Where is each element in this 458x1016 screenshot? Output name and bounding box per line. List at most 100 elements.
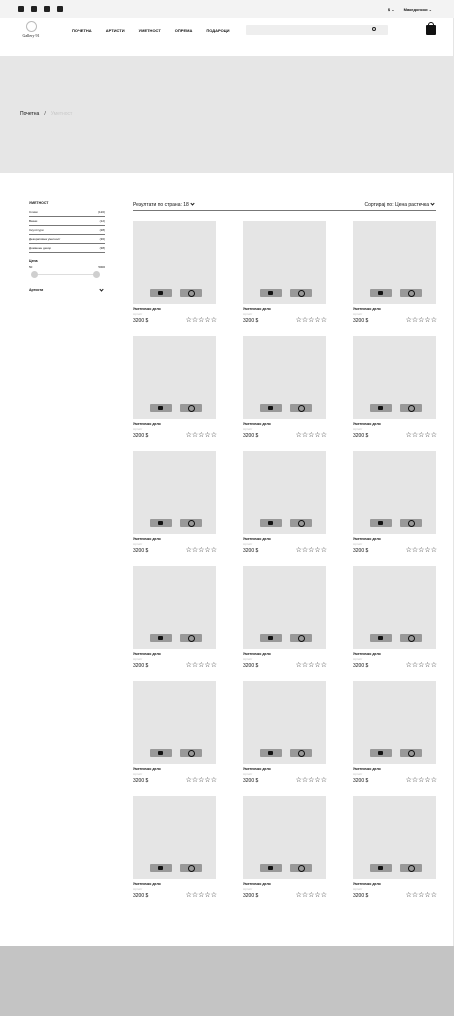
product-title[interactable]: Уметничко дело (353, 882, 437, 886)
product-card[interactable]: Уметничко дело Артист 3200 $ ☆☆☆☆☆ (243, 451, 327, 556)
product-title[interactable]: Уметничко дело (133, 422, 217, 426)
product-title[interactable]: Уметничко дело (133, 767, 217, 771)
product-image[interactable] (243, 566, 326, 649)
add-to-cart-button[interactable] (370, 749, 392, 757)
nav-item-supplies[interactable]: ОПРЕМА (175, 28, 193, 33)
product-image[interactable] (133, 796, 216, 879)
add-to-cart-button[interactable] (150, 634, 172, 642)
product-title[interactable]: Уметничко дело (353, 767, 437, 771)
rating-stars[interactable]: ☆☆☆☆☆ (186, 777, 217, 784)
breadcrumb-home[interactable]: Почетна (20, 111, 39, 117)
quick-view-button[interactable] (180, 519, 202, 527)
quick-view-button[interactable] (290, 289, 312, 297)
product-title[interactable]: Уметничко дело (243, 422, 327, 426)
quick-view-button[interactable] (400, 519, 422, 527)
add-to-cart-button[interactable] (260, 289, 282, 297)
shopping-bag-icon[interactable] (426, 22, 436, 35)
product-title[interactable]: Уметничко дело (133, 882, 217, 886)
rating-stars[interactable]: ☆☆☆☆☆ (186, 892, 217, 899)
add-to-cart-button[interactable] (370, 519, 392, 527)
product-title[interactable]: Уметничко дело (353, 537, 437, 541)
product-image[interactable] (353, 681, 436, 764)
product-card[interactable]: Уметничко дело Артист 3200 $ ☆☆☆☆☆ (353, 796, 437, 901)
sort-select[interactable]: Сортирај по: Цена растечка (365, 201, 436, 210)
currency-select[interactable]: $ ⌄ (388, 7, 395, 12)
product-image[interactable] (353, 796, 436, 879)
rating-stars[interactable]: ☆☆☆☆☆ (296, 547, 327, 554)
product-image[interactable] (243, 336, 326, 419)
product-image[interactable] (133, 451, 216, 534)
product-image[interactable] (353, 336, 436, 419)
quick-view-button[interactable] (400, 749, 422, 757)
quick-view-button[interactable] (290, 864, 312, 872)
product-image[interactable] (243, 681, 326, 764)
quick-view-button[interactable] (180, 864, 202, 872)
twitter-icon[interactable] (44, 6, 50, 12)
rating-stars[interactable]: ☆☆☆☆☆ (186, 662, 217, 669)
product-card[interactable]: Уметничко дело Артист 3200 $ ☆☆☆☆☆ (133, 451, 217, 556)
add-to-cart-button[interactable] (150, 404, 172, 412)
product-image[interactable] (353, 221, 436, 304)
rating-stars[interactable]: ☆☆☆☆☆ (406, 547, 437, 554)
rating-stars[interactable]: ☆☆☆☆☆ (296, 662, 327, 669)
rating-stars[interactable]: ☆☆☆☆☆ (406, 662, 437, 669)
category-item[interactable]: Декоративна уметност (36) (29, 235, 105, 244)
quick-view-button[interactable] (400, 634, 422, 642)
product-card[interactable]: Уметничко дело Артист 3200 $ ☆☆☆☆☆ (133, 796, 217, 901)
product-card[interactable]: Уметничко дело Артист 3200 $ ☆☆☆☆☆ (243, 336, 327, 441)
category-item[interactable]: Слики (120) (29, 208, 105, 217)
product-image[interactable] (353, 566, 436, 649)
search-input[interactable] (246, 25, 388, 35)
product-title[interactable]: Уметничко дело (133, 537, 217, 541)
per-page-select[interactable]: Резултати по страна: 18 (133, 201, 196, 210)
product-image[interactable] (133, 681, 216, 764)
product-card[interactable]: Уметничко дело Артист 3200 $ ☆☆☆☆☆ (243, 681, 327, 786)
rating-stars[interactable]: ☆☆☆☆☆ (406, 777, 437, 784)
instagram-icon[interactable] (18, 6, 24, 12)
rating-stars[interactable]: ☆☆☆☆☆ (406, 432, 437, 439)
rating-stars[interactable]: ☆☆☆☆☆ (406, 317, 437, 324)
product-title[interactable]: Уметничко дело (243, 537, 327, 541)
pinterest-icon[interactable] (57, 6, 63, 12)
category-item[interactable]: Вазни (12) (29, 217, 105, 226)
nav-item-art[interactable]: УМЕТНОСТ (139, 28, 161, 33)
category-item[interactable]: Домашен декор (38) (29, 244, 105, 253)
language-select[interactable]: Македонски ⌄ (404, 7, 432, 12)
quick-view-button[interactable] (180, 634, 202, 642)
product-title[interactable]: Уметничко дело (243, 307, 327, 311)
rating-stars[interactable]: ☆☆☆☆☆ (296, 317, 327, 324)
rating-stars[interactable]: ☆☆☆☆☆ (186, 547, 217, 554)
product-card[interactable]: Уметничко дело Артист 3200 $ ☆☆☆☆☆ (243, 796, 327, 901)
rating-stars[interactable]: ☆☆☆☆☆ (296, 892, 327, 899)
product-title[interactable]: Уметничко дело (243, 767, 327, 771)
rating-stars[interactable]: ☆☆☆☆☆ (296, 777, 327, 784)
product-title[interactable]: Уметничко дело (353, 652, 437, 656)
product-image[interactable] (353, 451, 436, 534)
product-card[interactable]: Уметничко дело Артист 3200 $ ☆☆☆☆☆ (133, 681, 217, 786)
quick-view-button[interactable] (290, 749, 312, 757)
rating-stars[interactable]: ☆☆☆☆☆ (296, 432, 327, 439)
price-slider-max-handle[interactable] (93, 271, 100, 278)
product-image[interactable] (243, 221, 326, 304)
product-title[interactable]: Уметничко дело (243, 652, 327, 656)
quick-view-button[interactable] (400, 404, 422, 412)
add-to-cart-button[interactable] (370, 404, 392, 412)
add-to-cart-button[interactable] (370, 634, 392, 642)
facebook-icon[interactable] (31, 6, 37, 12)
quick-view-button[interactable] (290, 404, 312, 412)
add-to-cart-button[interactable] (150, 519, 172, 527)
artists-filter-toggle[interactable]: Артисти (29, 287, 105, 292)
add-to-cart-button[interactable] (260, 519, 282, 527)
product-title[interactable]: Уметничко дело (133, 307, 217, 311)
add-to-cart-button[interactable] (150, 289, 172, 297)
product-card[interactable]: Уметничко дело Артист 3200 $ ☆☆☆☆☆ (133, 221, 217, 326)
product-card[interactable]: Уметничко дело Артист 3200 $ ☆☆☆☆☆ (133, 336, 217, 441)
search-icon[interactable] (372, 27, 376, 31)
add-to-cart-button[interactable] (260, 404, 282, 412)
product-card[interactable]: Уметничко дело Артист 3200 $ ☆☆☆☆☆ (353, 451, 437, 556)
product-card[interactable]: Уметничко дело Артист 3200 $ ☆☆☆☆☆ (353, 221, 437, 326)
price-slider[interactable] (29, 270, 105, 278)
price-slider-min-handle[interactable] (31, 271, 38, 278)
rating-stars[interactable]: ☆☆☆☆☆ (186, 432, 217, 439)
product-card[interactable]: Уметничко дело Артист 3200 $ ☆☆☆☆☆ (353, 336, 437, 441)
